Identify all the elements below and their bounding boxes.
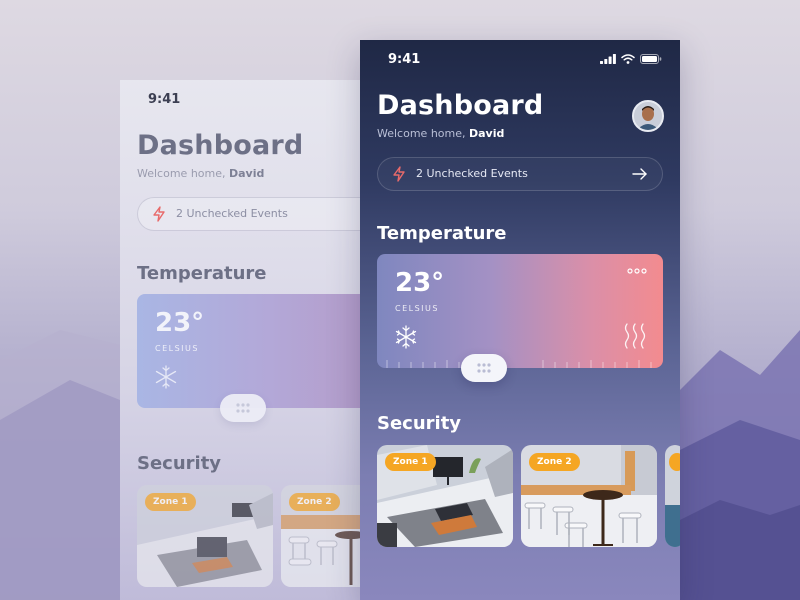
status-icons bbox=[600, 54, 662, 64]
zone-card-1[interactable]: Zone 1 bbox=[137, 485, 273, 587]
temperature-slider-knob[interactable] bbox=[461, 354, 507, 382]
zone-3-camera-image bbox=[665, 445, 680, 547]
zone-badge: Zone 2 bbox=[289, 493, 340, 511]
zone-badge: Zone 2 bbox=[529, 453, 580, 471]
temperature-unit: CELSIUS bbox=[395, 304, 439, 313]
snowflake-icon bbox=[395, 325, 417, 349]
welcome-text: Welcome home, David bbox=[137, 167, 265, 180]
battery-icon bbox=[640, 54, 662, 64]
events-bar[interactable]: 2 Unchecked Events bbox=[137, 197, 360, 231]
zone-badge: Zone 1 bbox=[145, 493, 196, 511]
temperature-heading: Temperature bbox=[137, 263, 267, 284]
page-title: Dashboard bbox=[377, 90, 544, 121]
temperature-scale-ticks bbox=[386, 360, 652, 368]
phone-screen: 9:41 Dashboard Welcome home, David 2 Unc… bbox=[360, 40, 680, 600]
phone-screen-background: 9:41 Dashboard Welcome home, David 2 Unc… bbox=[120, 80, 360, 600]
more-icon[interactable] bbox=[627, 268, 647, 274]
temperature-card[interactable]: 23° CELSIUS bbox=[137, 294, 360, 408]
page-title: Dashboard bbox=[137, 130, 304, 161]
grip-icon bbox=[477, 363, 491, 373]
temperature-heading: Temperature bbox=[377, 223, 507, 244]
temperature-value: 23° bbox=[155, 308, 205, 338]
security-heading: Security bbox=[377, 413, 462, 434]
temperature-unit: CELSIUS bbox=[155, 344, 199, 353]
snowflake-icon bbox=[155, 365, 177, 389]
events-label: 2 Unchecked Events bbox=[416, 167, 528, 180]
temperature-slider-knob[interactable] bbox=[220, 394, 266, 422]
events-label: 2 Unchecked Events bbox=[176, 207, 288, 220]
zone-card-2[interactable]: Zone 2 bbox=[521, 445, 657, 547]
events-bar[interactable]: 2 Unchecked Events bbox=[377, 157, 663, 191]
heat-icon bbox=[624, 323, 646, 349]
bolt-icon bbox=[153, 206, 165, 222]
bolt-icon bbox=[393, 166, 405, 182]
arrow-right-icon[interactable] bbox=[632, 167, 648, 181]
zone-card-2[interactable]: Zone 2 bbox=[281, 485, 360, 587]
zone-card-3-partial[interactable] bbox=[665, 445, 680, 547]
avatar[interactable] bbox=[632, 100, 664, 132]
welcome-text: Welcome home, David bbox=[377, 127, 505, 140]
temperature-card[interactable]: 23° CELSIUS bbox=[377, 254, 663, 368]
wifi-icon bbox=[621, 54, 635, 64]
signal-icon bbox=[600, 54, 616, 64]
grip-icon bbox=[236, 403, 250, 413]
security-heading: Security bbox=[137, 453, 222, 474]
status-time: 9:41 bbox=[148, 92, 181, 107]
temperature-value: 23° bbox=[395, 268, 445, 298]
zone-badge: Zone 1 bbox=[385, 453, 436, 471]
zone-card-1[interactable]: Zone 1 bbox=[377, 445, 513, 547]
avatar-image bbox=[634, 102, 662, 130]
status-time: 9:41 bbox=[388, 52, 421, 67]
